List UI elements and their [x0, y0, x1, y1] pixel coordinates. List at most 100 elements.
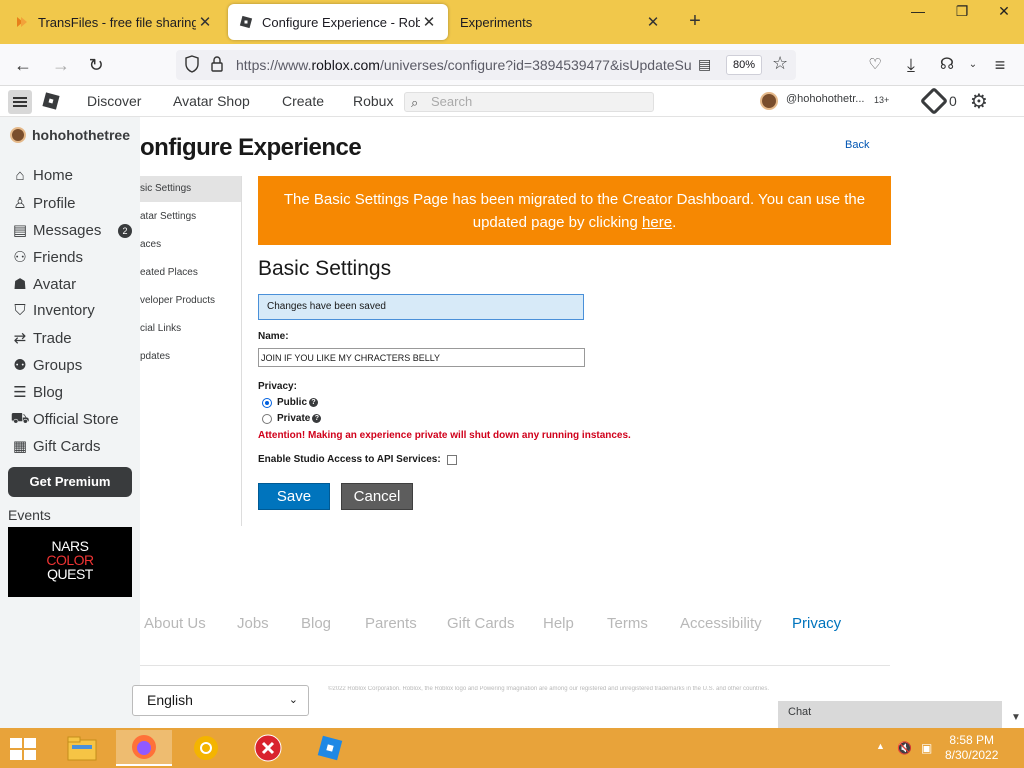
tab-close-icon[interactable]: ✕ [196, 13, 214, 31]
avatar[interactable] [760, 92, 778, 110]
sidebar-item-blog[interactable]: ☰ Blog [10, 383, 64, 402]
footer-gift-cards[interactable]: Gift Cards [447, 615, 515, 632]
lock-icon[interactable] [210, 55, 224, 76]
back-arrow-icon[interactable]: ← [10, 52, 36, 78]
tray-chevron-up-icon[interactable]: ▲ [876, 741, 885, 751]
restore-icon[interactable]: ❐ [942, 0, 982, 22]
subnav-social-links[interactable]: cial Links [140, 316, 241, 342]
forward-arrow-icon[interactable]: → [48, 52, 74, 78]
footer-about-us[interactable]: About Us [144, 615, 206, 632]
footer-jobs[interactable]: Jobs [237, 615, 269, 632]
name-input[interactable] [258, 348, 585, 367]
nav-discover[interactable]: Discover [87, 93, 141, 109]
private-radio[interactable] [262, 413, 272, 424]
subnav-developer-products[interactable]: veloper Products [140, 288, 241, 314]
tab-close-icon[interactable]: ✕ [420, 13, 438, 31]
bookmark-star-icon[interactable]: ☆ [772, 53, 788, 74]
event-banner-line: COLOR [46, 552, 94, 568]
subnav-places[interactable]: aces [140, 232, 241, 258]
cancel-button[interactable]: Cancel [341, 483, 413, 510]
extension-icon[interactable]: ☊ [934, 52, 960, 78]
sidebar-item-messages[interactable]: ▤ Messages [10, 221, 101, 240]
pocket-icon[interactable]: ♡ [862, 52, 888, 78]
robux-icon[interactable] [919, 86, 949, 116]
sidebar-item-label: Blog [33, 383, 64, 401]
tab-configure-experience[interactable]: Configure Experience - Roblox ✕ [228, 4, 448, 40]
search-input[interactable]: ⌕ Search [404, 92, 654, 112]
roblox-studio-icon[interactable] [302, 730, 358, 766]
subnav-avatar-settings[interactable]: atar Settings [140, 204, 241, 230]
reader-view-icon[interactable]: ▤ [698, 56, 711, 73]
footer-privacy[interactable]: Privacy [792, 615, 841, 632]
public-radio[interactable] [262, 397, 272, 408]
menu-icon[interactable]: ≡ [987, 52, 1013, 78]
sidebar-item-gift-cards[interactable]: ▦ Gift Cards [10, 437, 101, 456]
language-select[interactable]: English ⌄ [132, 685, 309, 716]
system-clock[interactable]: 8:58 PM 8/30/2022 [945, 733, 998, 763]
sidebar-item-inventory[interactable]: ⛉ Inventory [10, 302, 95, 319]
help-icon[interactable]: ? [309, 398, 319, 407]
sidebar-item-label: Inventory [33, 302, 95, 319]
shield-icon[interactable] [184, 55, 200, 76]
chrome-canary-icon[interactable] [178, 730, 234, 766]
roblox-logo-icon[interactable] [42, 92, 60, 110]
footer-parents[interactable]: Parents [365, 615, 417, 632]
volume-muted-icon[interactable]: 🔇 [897, 741, 912, 755]
sidebar-item-home[interactable]: ⌂ Home [10, 167, 73, 184]
tab-experiments[interactable]: Experiments ✕ [450, 4, 672, 40]
studio-access-checkbox[interactable] [446, 454, 457, 465]
footer-help[interactable]: Help [543, 615, 574, 632]
address-bar[interactable]: https://www.roblox.com/universes/configu… [176, 50, 796, 80]
footer-blog[interactable]: Blog [301, 615, 331, 632]
banner-here-link[interactable]: here [642, 214, 672, 231]
tab-close-icon[interactable]: ✕ [644, 13, 662, 31]
event-banner-nars[interactable]: NARS COLOR QUEST [8, 527, 132, 597]
sidebar-item-trade[interactable]: ⇄ Trade [10, 329, 72, 348]
gear-icon[interactable]: ⚙ [970, 89, 988, 114]
privacy-private-option[interactable]: Private ? [262, 413, 322, 424]
reload-icon[interactable]: ↻ [83, 52, 109, 78]
close-window-icon[interactable]: ✕ [984, 0, 1024, 22]
tab-title: Experiments [460, 14, 533, 30]
scroll-down-arrow-icon[interactable]: ▼ [1011, 712, 1021, 723]
get-premium-button[interactable]: Get Premium [8, 467, 132, 497]
chat-bar[interactable]: Chat [778, 701, 1002, 728]
subnav-updates[interactable]: pdates [140, 344, 241, 370]
hamburger-menu-icon[interactable] [8, 90, 32, 114]
nav-robux[interactable]: Robux [353, 93, 393, 109]
tab-transfiles[interactable]: TransFiles - free file sharing serv ✕ [4, 4, 224, 40]
url-text[interactable]: https://www.roblox.com/universes/configu… [236, 57, 696, 73]
save-button[interactable]: Save [258, 483, 330, 510]
windows-start-icon[interactable] [10, 738, 38, 760]
sidebar-item-official-store[interactable]: ⛟ Official Store [10, 410, 119, 429]
privacy-public-option[interactable]: Public ? [262, 397, 319, 408]
header-username[interactable]: @hohohothetr... [786, 93, 864, 105]
page-scrollbar[interactable] [1010, 117, 1024, 728]
footer-accessibility[interactable]: Accessibility [680, 615, 762, 632]
minimize-icon[interactable]: — [898, 0, 938, 22]
back-link[interactable]: Back [845, 139, 869, 151]
sidebar-item-avatar[interactable]: ☗ Avatar [10, 275, 76, 294]
file-explorer-icon[interactable] [54, 730, 110, 766]
sidebar-item-friends[interactable]: ⚇ Friends [10, 248, 83, 267]
subnav-basic-settings[interactable]: sic Settings [140, 176, 241, 202]
chevron-down-icon[interactable]: ⌄ [960, 52, 986, 78]
sidebar-user[interactable]: hohohothetree [10, 127, 130, 143]
footer-terms[interactable]: Terms [607, 615, 648, 632]
nav-create[interactable]: Create [282, 93, 324, 109]
sidebar-item-profile[interactable]: ♙ Profile [10, 194, 75, 213]
subnav-created-places[interactable]: eated Places [140, 260, 241, 286]
help-icon[interactable]: ? [312, 414, 322, 423]
firefox-icon[interactable] [116, 730, 172, 766]
sidebar-item-label: Groups [33, 356, 83, 374]
home-icon: ⌂ [15, 167, 25, 184]
error-app-icon[interactable] [240, 730, 296, 766]
network-icon[interactable]: ▣ [921, 741, 932, 755]
language-value: English [147, 692, 193, 708]
zoom-level-badge[interactable]: 80% [726, 55, 762, 75]
download-icon[interactable]: ⤓ [898, 52, 924, 78]
nav-avatar-shop[interactable]: Avatar Shop [173, 93, 250, 109]
new-tab-plus-icon[interactable]: + [684, 10, 706, 33]
sidebar-item-groups[interactable]: ⚉ Groups [10, 356, 83, 375]
name-label: Name: [258, 331, 289, 342]
